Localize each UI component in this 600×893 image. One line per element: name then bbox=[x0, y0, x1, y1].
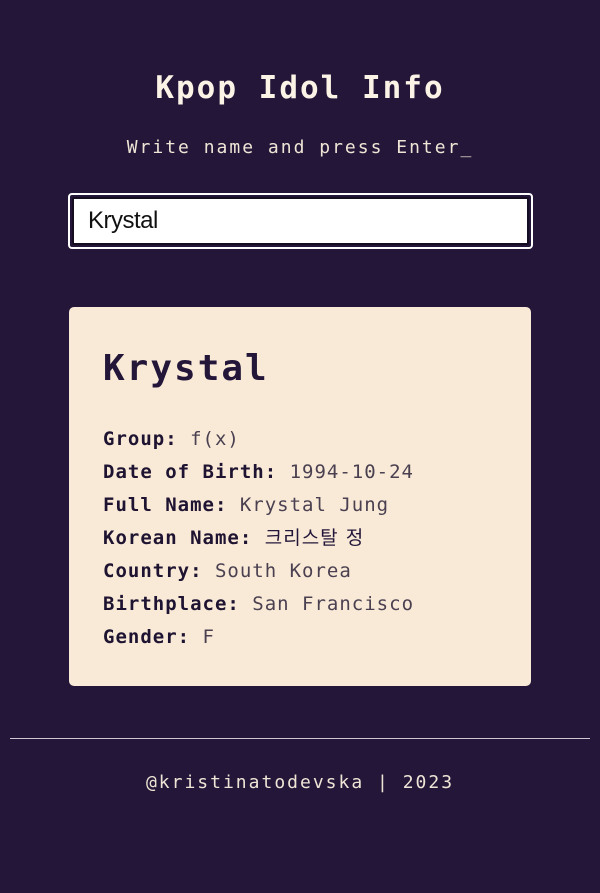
info-row-full-name: Full Name: Krystal Jung bbox=[103, 489, 531, 522]
info-value: Krystal Jung bbox=[239, 494, 390, 516]
idol-info-card: Krystal Group: f(x) Date of Birth: 1994-… bbox=[69, 307, 531, 686]
info-row-group: Group: f(x) bbox=[103, 423, 531, 456]
info-value: f(x) bbox=[190, 428, 240, 450]
info-label: Country: bbox=[103, 560, 203, 582]
footer-divider bbox=[10, 738, 590, 739]
idol-name: Krystal bbox=[103, 348, 269, 389]
info-row-date-of-birth: Date of Birth: 1994-10-24 bbox=[103, 456, 531, 489]
instructions-text: Write name and press Enter_ bbox=[126, 137, 474, 158]
info-label: Group: bbox=[103, 428, 178, 450]
info-value: F bbox=[202, 626, 215, 648]
info-row-birthplace: Birthplace: San Francisco bbox=[103, 588, 531, 621]
info-row-gender: Gender: F bbox=[103, 621, 531, 654]
info-row-country: Country: South Korea bbox=[103, 555, 531, 588]
search-field-wrapper bbox=[68, 193, 533, 249]
info-row-korean-name: Korean Name: 크리스탈 정 bbox=[103, 522, 531, 555]
info-label: Korean Name: bbox=[103, 527, 253, 549]
info-value: 1994-10-24 bbox=[289, 461, 414, 483]
search-input[interactable] bbox=[72, 197, 529, 245]
info-label: Date of Birth: bbox=[103, 461, 278, 483]
footer-credit: @kristinatodevska | 2023 bbox=[145, 772, 455, 793]
info-value: South Korea bbox=[214, 560, 352, 582]
info-value: 크리스탈 정 bbox=[264, 527, 365, 549]
info-value: San Francisco bbox=[252, 593, 415, 615]
info-label: Birthplace: bbox=[103, 593, 240, 615]
page-title: Kpop Idol Info bbox=[155, 70, 445, 106]
info-label: Gender: bbox=[103, 626, 191, 648]
info-label: Full Name: bbox=[103, 494, 228, 516]
